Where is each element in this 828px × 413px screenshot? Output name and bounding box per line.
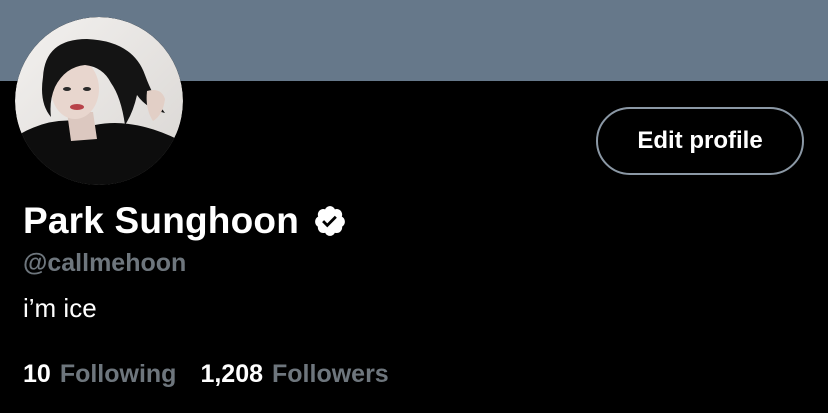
name-row: Park Sunghoon [23,200,347,242]
following-count: 10 [23,360,51,388]
profile-bio: i’m ice [23,293,97,323]
profile-avatar[interactable] [15,17,183,185]
edit-profile-button[interactable]: Edit profile [596,107,804,175]
followers-count: 1,208 [200,360,264,388]
following-link[interactable]: 10 Following [23,360,176,389]
profile-handle: @callmehoon [23,249,187,277]
profile-stats: 10 Following 1,208 Followers [23,360,389,389]
following-label: Following [59,360,177,388]
followers-link[interactable]: 1,208 Followers [200,360,388,389]
display-name: Park Sunghoon [23,200,299,241]
verified-badge-icon [313,204,347,238]
followers-label: Followers [272,360,389,388]
